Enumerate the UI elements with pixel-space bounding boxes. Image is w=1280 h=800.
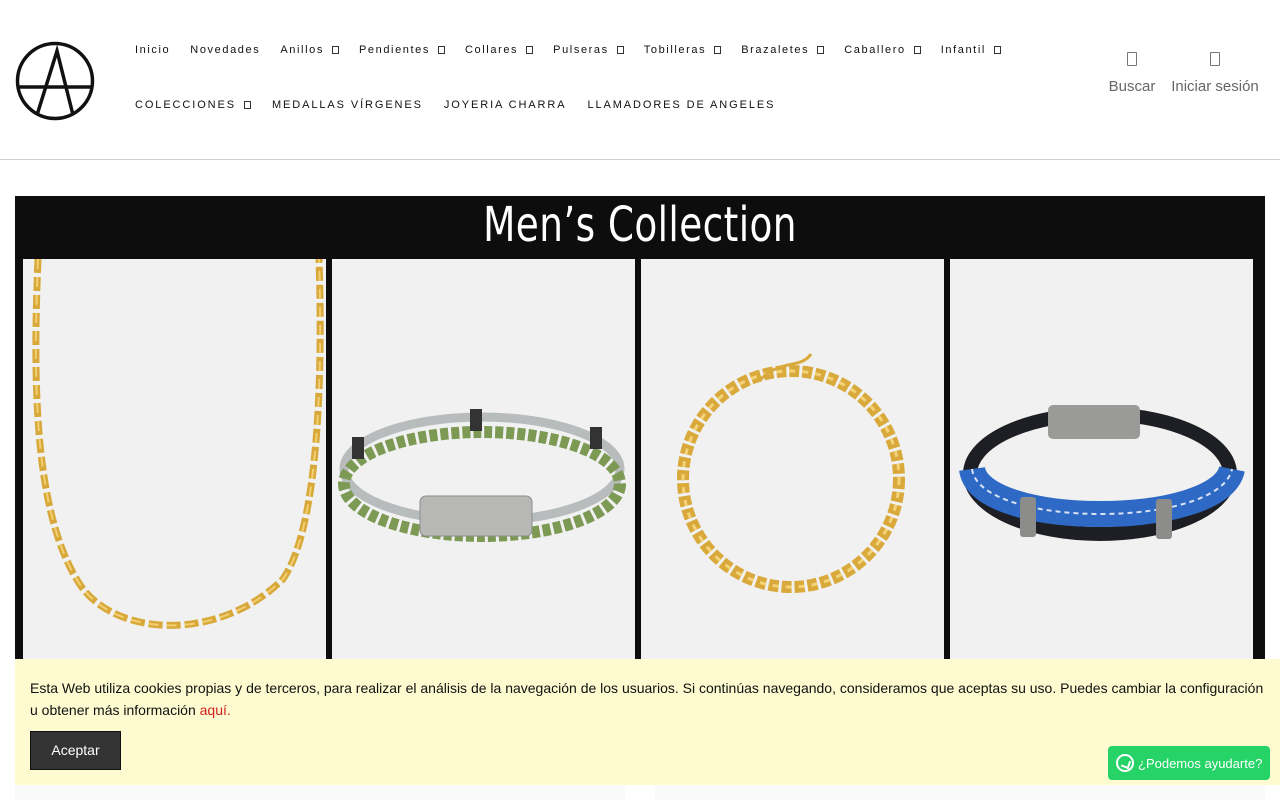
cookie-message: Esta Web utiliza cookies propias y de te… [30,677,1270,721]
dropdown-icon [913,46,921,54]
product-tile[interactable] [950,259,1253,659]
main-nav-row-2: COLECCIONES MEDALLAS VÍRGENES JOYERIA CH… [135,99,796,111]
search-button[interactable]: Buscar [1108,52,1156,95]
strip-divider [625,785,655,800]
login-button[interactable]: Iniciar sesión [1170,52,1260,95]
product-tile[interactable] [332,259,635,659]
nav-item-infantil[interactable]: Infantil [941,44,1001,56]
product-tile[interactable] [23,259,326,659]
nav-item-llamadores-de-angeles[interactable]: LLAMADORES DE ANGELES [587,99,775,111]
mens-collection-banner: Men’s Collection [15,196,1265,666]
dropdown-icon [993,46,1001,54]
nav-item-caballero[interactable]: Caballero [844,44,921,56]
whatsapp-label: ¿Podemos ayudarte? [1138,755,1263,771]
site-header: Inicio Novedades Anillos Pendientes Coll… [0,0,1280,160]
brand-logo[interactable] [15,41,95,121]
collection-title: Men’s Collection [483,197,797,253]
cookie-more-info-link[interactable]: aquí. [200,702,231,718]
nav-item-novedades[interactable]: Novedades [190,44,260,56]
dropdown-icon [616,46,624,54]
gold-figaro-chain-image [32,259,324,629]
nav-item-brazaletes[interactable]: Brazaletes [741,44,825,56]
cookie-banner: Esta Web utiliza cookies propias y de te… [15,659,1280,785]
login-label: Iniciar sesión [1171,78,1259,95]
whatsapp-help-button[interactable]: ¿Podemos ayudarte? [1108,746,1270,780]
gold-byzantine-bracelet-image [677,353,905,593]
dropdown-icon [714,46,722,54]
nav-item-anillos[interactable]: Anillos [280,44,339,56]
lower-product-strip [15,785,1265,800]
nav-item-tobilleras[interactable]: Tobilleras [644,44,722,56]
whatsapp-icon [1116,754,1134,772]
nav-item-medallas-virgenes[interactable]: MEDALLAS VÍRGENES [272,99,423,111]
green-braided-bracelet-image [338,409,626,542]
nav-item-inicio[interactable]: Inicio [135,44,170,56]
accept-cookies-button[interactable]: Aceptar [30,731,121,770]
dropdown-icon [331,46,339,54]
nav-item-colecciones[interactable]: COLECCIONES [135,99,251,111]
nav-item-pendientes[interactable]: Pendientes [359,44,445,56]
blue-leather-bracelet-image [959,405,1245,541]
product-tile[interactable] [641,259,944,659]
dropdown-icon [817,46,825,54]
nav-item-joyeria-charra[interactable]: JOYERIA CHARRA [444,99,567,111]
dropdown-icon [526,46,534,54]
product-tiles [23,259,1259,659]
search-icon [1127,52,1137,66]
dropdown-icon [243,101,251,109]
user-icon [1210,52,1220,66]
search-label: Buscar [1108,78,1156,95]
main-nav-row-1: Inicio Novedades Anillos Pendientes Coll… [135,44,1021,56]
dropdown-icon [438,46,445,54]
nav-item-collares[interactable]: Collares [465,44,534,56]
nav-item-pulseras[interactable]: Pulseras [553,44,624,56]
